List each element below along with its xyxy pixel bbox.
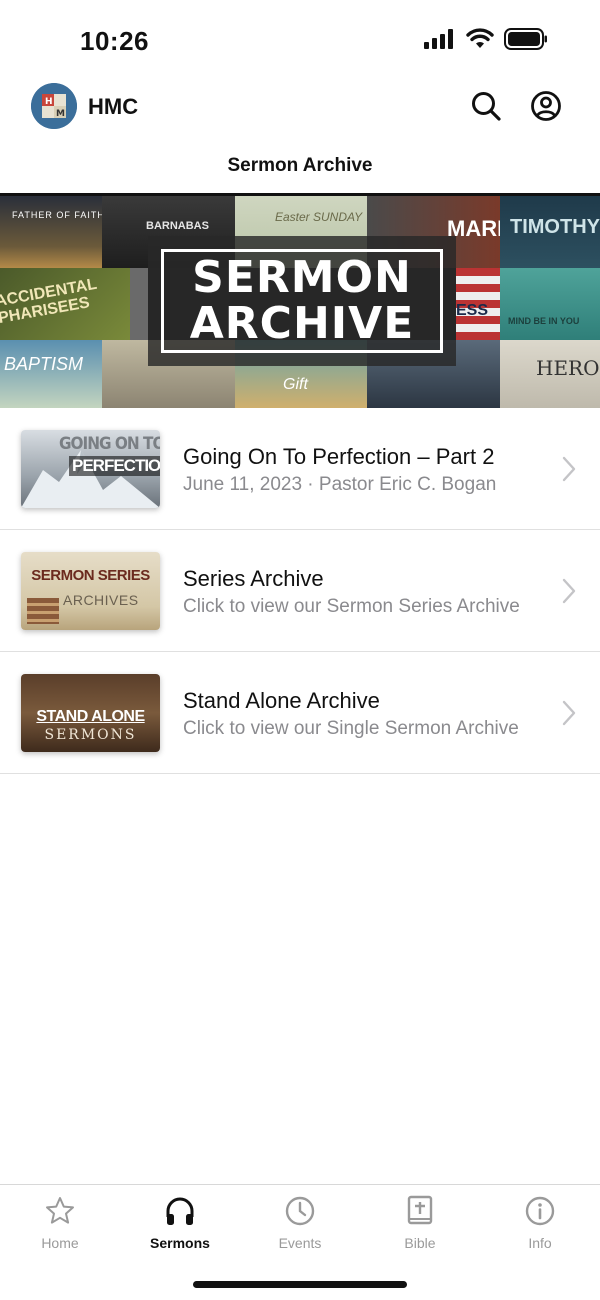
thumb-title-line2: ARCHIVES xyxy=(63,592,139,608)
tab-label: Home xyxy=(41,1235,79,1251)
thumb-title-line1: SERMON SERIES xyxy=(31,567,150,584)
chevron-right-icon xyxy=(562,456,576,482)
svg-text:M: M xyxy=(56,109,65,119)
banner-tile: TIMOTHY xyxy=(500,196,600,268)
banner-tile-text: BARNABAS xyxy=(146,220,209,232)
sermon-archive-banner: FATHER OF FAITH BARNABAS Easter SUNDAY M… xyxy=(0,193,600,408)
banner-tile: HERO xyxy=(500,340,600,408)
banner-tile-text: ESS xyxy=(456,302,489,319)
list-item-title: Stand Alone Archive xyxy=(183,688,380,713)
app-header: H M HMC xyxy=(0,80,600,136)
banner-tile-text: Easter SUNDAY xyxy=(275,210,363,224)
banner-tile xyxy=(130,268,148,340)
battery-icon xyxy=(504,28,547,50)
headphones-icon xyxy=(166,1197,194,1225)
banner-tile-text: Gift xyxy=(283,376,308,393)
tab-info[interactable]: Info xyxy=(480,1195,600,1261)
clock-icon xyxy=(285,1196,315,1226)
list-item-stand-alone-archive[interactable]: STAND ALONE SERMONS Stand Alone Archive … xyxy=(0,652,600,774)
sermon-list: GOING ON TO PERFECTION Going On To Perfe… xyxy=(0,408,600,774)
tab-events[interactable]: Events xyxy=(240,1195,360,1261)
page-title: Sermon Archive xyxy=(227,155,373,176)
status-time: 10:26 xyxy=(80,26,149,56)
church-logo-avatar[interactable]: H M xyxy=(31,83,77,129)
banner-title-box: SERMON ARCHIVE xyxy=(148,236,456,366)
banner-title-line2: ARCHIVE xyxy=(189,298,415,349)
banner-tile: FATHER OF FAITH xyxy=(0,196,102,268)
banner-tile-text: HERO xyxy=(536,356,600,380)
tab-sermons[interactable]: Sermons xyxy=(120,1195,240,1261)
thumb-title-line1: STAND ALONE xyxy=(36,708,145,725)
svg-text:H: H xyxy=(45,97,53,107)
list-item-subtitle: Click to view our Sermon Series Archive xyxy=(183,596,520,617)
list-item-series-archive[interactable]: SERMON SERIES ARCHIVES Series Archive Cl… xyxy=(0,530,600,652)
app-name: HMC xyxy=(88,94,139,119)
tab-label: Sermons xyxy=(150,1235,210,1251)
status-bar: 10:26 xyxy=(0,0,600,80)
bible-icon xyxy=(407,1195,433,1225)
star-icon xyxy=(46,1197,74,1224)
home-indicator[interactable] xyxy=(193,1281,407,1288)
banner-title-line1: SERMON xyxy=(192,252,412,303)
stand-alone-thumbnail: STAND ALONE SERMONS xyxy=(21,674,160,752)
banner-tile-text: TIMOTHY xyxy=(510,216,600,238)
chevron-right-icon xyxy=(562,700,576,726)
status-icons xyxy=(424,28,548,50)
tab-home[interactable]: Home xyxy=(0,1195,120,1261)
info-icon xyxy=(525,1196,555,1226)
thumb-title-line2: PERFECTION xyxy=(69,456,160,476)
list-item-title: Going On To Perfection – Part 2 xyxy=(183,444,495,469)
thumb-title-line2: SERMONS xyxy=(44,727,137,743)
tab-label: Events xyxy=(278,1235,322,1251)
signal-icon xyxy=(424,29,453,49)
banner-tile-text: ACCIDENTAL PHARISEES xyxy=(0,275,98,328)
tab-label: Info xyxy=(528,1235,552,1251)
account-icon[interactable] xyxy=(530,90,562,122)
tab-label: Bible xyxy=(404,1235,436,1251)
banner-tile: ACCIDENTAL PHARISEES xyxy=(0,268,130,340)
sermon-thumbnail: GOING ON TO PERFECTION xyxy=(21,430,160,508)
chevron-right-icon xyxy=(562,578,576,604)
banner-tile-text: BAPTISM xyxy=(4,354,84,374)
list-item-title: Series Archive xyxy=(183,566,324,591)
books-decoration xyxy=(27,598,59,624)
series-archive-thumbnail: SERMON SERIES ARCHIVES xyxy=(21,552,160,630)
church-logo-icon: H M xyxy=(31,83,77,129)
banner-tile-text: MIND BE IN YOU xyxy=(508,316,580,326)
list-item-subtitle: Click to view our Single Sermon Archive xyxy=(183,718,519,739)
banner-tile: ESS xyxy=(456,268,500,340)
thumb-title-line1: GOING ON TO xyxy=(59,434,160,454)
banner-tile-text: FATHER OF FAITH xyxy=(12,210,102,220)
list-item-latest-sermon[interactable]: GOING ON TO PERFECTION Going On To Perfe… xyxy=(0,408,600,530)
wifi-icon xyxy=(466,28,494,48)
banner-tile: MIND BE IN YOU xyxy=(500,268,600,340)
list-item-subtitle: June 11, 2023 · Pastor Eric C. Bogan xyxy=(183,474,497,495)
search-icon[interactable] xyxy=(470,90,502,122)
tab-bible[interactable]: Bible xyxy=(360,1195,480,1261)
banner-tile: BAPTISM xyxy=(0,340,102,408)
